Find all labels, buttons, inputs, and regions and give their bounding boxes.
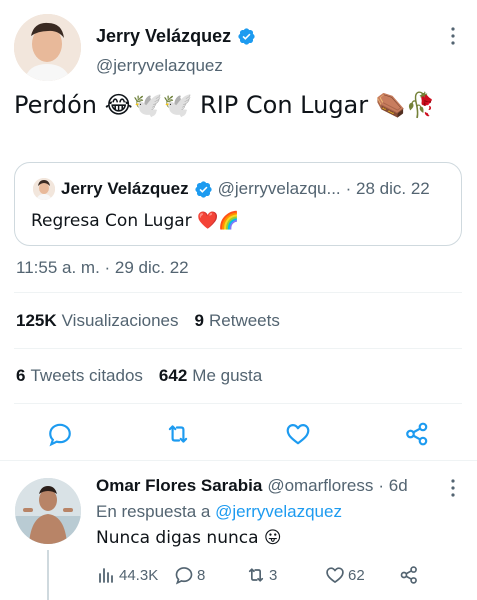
divider	[14, 403, 462, 404]
retweet-icon[interactable]	[165, 421, 191, 447]
verified-badge-icon	[194, 180, 212, 198]
thread-line	[47, 550, 49, 600]
author-handle[interactable]: @jerryvelazquez	[96, 56, 223, 76]
reply-header: Omar Flores Sarabia @omarfloress · 6d	[96, 476, 408, 496]
like-icon	[326, 567, 344, 583]
quotes-stat[interactable]: 6 Tweets citados	[16, 366, 143, 386]
quoted-author-handle[interactable]: @jerryvelazqu...	[218, 179, 341, 199]
share-icon[interactable]	[404, 421, 430, 447]
verified-badge-icon	[238, 28, 255, 45]
reply-replies[interactable]: 8	[174, 565, 205, 585]
quoted-author-name[interactable]: Jerry Velázquez	[61, 179, 189, 199]
reply-likes[interactable]: 62	[325, 565, 365, 585]
more-options-icon[interactable]	[446, 26, 460, 46]
reply-icon[interactable]	[47, 421, 73, 447]
quoted-header: Jerry Velázquez @jerryvelazqu... · 28 di…	[61, 179, 430, 199]
reply-text: Nunca digas nunca 😛	[96, 528, 282, 548]
author-name[interactable]: Jerry Velázquez	[96, 26, 231, 47]
tweet-text: Perdón 😂🕊️🕊️ RIP Con Lugar ⚰️🥀	[14, 91, 436, 119]
divider	[14, 348, 462, 349]
retweet-icon	[248, 568, 264, 582]
share-icon	[400, 566, 417, 584]
quoted-text: Regresa Con Lugar ❤️🌈	[31, 211, 240, 231]
reply-icon	[175, 567, 193, 585]
tweet-actions	[0, 413, 477, 453]
reply-likes-count: 62	[348, 566, 365, 584]
retweets-count: 9	[194, 311, 204, 330]
views-count: 125K	[16, 311, 57, 330]
reply-time[interactable]: · 6d	[378, 476, 407, 496]
reply-author-avatar[interactable]	[15, 478, 81, 544]
quoted-author-avatar[interactable]	[33, 178, 55, 200]
reply-views[interactable]: 44.3K	[96, 565, 158, 585]
reply-replies-count: 8	[197, 566, 206, 584]
reply-to-line: En respuesta a @jerryvelazquez	[96, 502, 342, 522]
reply-author-name[interactable]: Omar Flores Sarabia	[96, 476, 262, 496]
divider	[14, 292, 462, 293]
tweet-timestamp[interactable]: 11:55 a. m. · 29 dic. 22	[16, 258, 189, 278]
quoted-date: · 28 dic. 22	[345, 179, 430, 198]
reply-to-handle-link[interactable]: @jerryvelazquez	[215, 502, 342, 521]
reply-author-handle[interactable]: @omarfloress	[267, 476, 373, 496]
views-stat[interactable]: 125K Visualizaciones	[16, 311, 179, 331]
views-label: Visualizaciones	[61, 311, 179, 330]
reply-views-count: 44.3K	[119, 566, 159, 584]
like-icon[interactable]	[285, 421, 311, 447]
quoted-tweet[interactable]: Jerry Velázquez @jerryvelazqu... · 28 di…	[14, 162, 462, 246]
reply-share[interactable]	[399, 565, 419, 585]
reply-retweets[interactable]: 3	[246, 565, 277, 585]
author-name-row[interactable]: Jerry Velázquez	[96, 26, 256, 47]
stats-row-2: 6 Tweets citados 642 Me gusta	[16, 366, 262, 386]
retweets-stat[interactable]: 9 Retweets	[195, 311, 280, 331]
quotes-count: 6	[16, 366, 26, 385]
likes-label: Me gusta	[192, 366, 263, 385]
views-icon	[99, 568, 113, 583]
divider	[0, 460, 477, 461]
more-options-icon[interactable]	[446, 478, 460, 498]
author-avatar[interactable]	[14, 14, 81, 81]
reply-to-prefix: En respuesta a	[96, 502, 211, 521]
retweets-label: Retweets	[208, 311, 280, 330]
likes-count: 642	[158, 366, 188, 385]
likes-stat[interactable]: 642 Me gusta	[159, 366, 262, 386]
quotes-label: Tweets citados	[30, 366, 143, 385]
stats-row-1: 125K Visualizaciones 9 Retweets	[16, 311, 280, 331]
reply-retweets-count: 3	[269, 566, 278, 584]
reply-actions: 44.3K 8 3 62	[96, 563, 466, 589]
